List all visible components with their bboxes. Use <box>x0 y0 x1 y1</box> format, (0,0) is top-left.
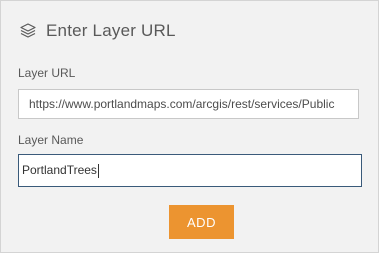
panel-title: Enter Layer URL <box>46 21 176 40</box>
layer-name-input[interactable]: PortlandTrees <box>18 154 362 187</box>
layer-name-label: Layer Name <box>18 133 84 147</box>
layer-url-input[interactable]: https://www.portlandmaps.com/arcgis/rest… <box>18 89 359 119</box>
layer-url-label: Layer URL <box>18 66 76 80</box>
layer-name-value: PortlandTrees <box>22 163 97 177</box>
panel-header: Enter Layer URL <box>18 19 176 43</box>
layer-url-value: https://www.portlandmaps.com/arcgis/rest… <box>29 97 335 111</box>
text-cursor <box>97 163 99 178</box>
layers-icon <box>18 21 38 41</box>
enter-layer-url-panel: Enter Layer URL Layer URL https://www.po… <box>0 0 379 253</box>
add-button[interactable]: ADD <box>169 205 234 239</box>
